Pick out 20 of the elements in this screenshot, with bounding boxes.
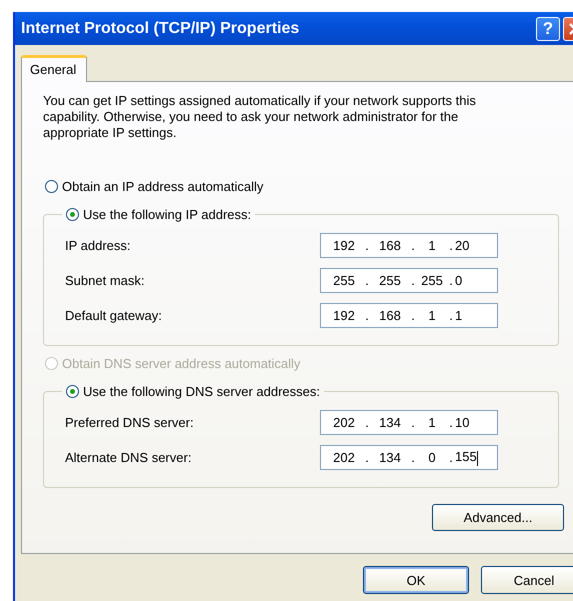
radio-option[interactable]: Use the following IP address: bbox=[64, 207, 254, 222]
advanced-button[interactable]: Advanced... bbox=[432, 504, 564, 531]
field-label: Subnet mask: bbox=[65, 273, 144, 288]
ok-button[interactable]: OK bbox=[363, 566, 469, 594]
radio-option[interactable]: Use the following DNS server addresses: bbox=[64, 384, 322, 399]
address-field[interactable]: 255 . 255 . 255 . 0 bbox=[320, 268, 498, 293]
address-field[interactable]: 202 . 134 . 1 . 10 bbox=[320, 410, 498, 435]
tab[interactable]: General bbox=[21, 55, 88, 82]
address-field[interactable]: 202 . 134 . 0 . 155 bbox=[320, 445, 498, 470]
address-field[interactable]: 192 . 168 . 1 . 20 bbox=[320, 233, 498, 258]
field-label: Alternate DNS server: bbox=[65, 450, 192, 465]
field-label: IP address: bbox=[65, 238, 131, 253]
help-button[interactable]: ? bbox=[536, 16, 560, 40]
address-field[interactable]: 192 . 168 . 1 . 1 bbox=[320, 303, 498, 328]
window-title: Internet Protocol (TCP/IP) Properties bbox=[21, 20, 300, 38]
radio-option[interactable]: Obtain an IP address automatically bbox=[43, 179, 266, 194]
cancel-button[interactable]: Cancel bbox=[481, 566, 573, 594]
field-label: Default gateway: bbox=[65, 308, 162, 323]
description-text: You can get IP settings assigned automatically if your network supports this capability. Otherwise, you need to ask your network administrator for the appropriate IP settings. bbox=[43, 93, 477, 141]
field-label: Preferred DNS server: bbox=[65, 415, 194, 430]
